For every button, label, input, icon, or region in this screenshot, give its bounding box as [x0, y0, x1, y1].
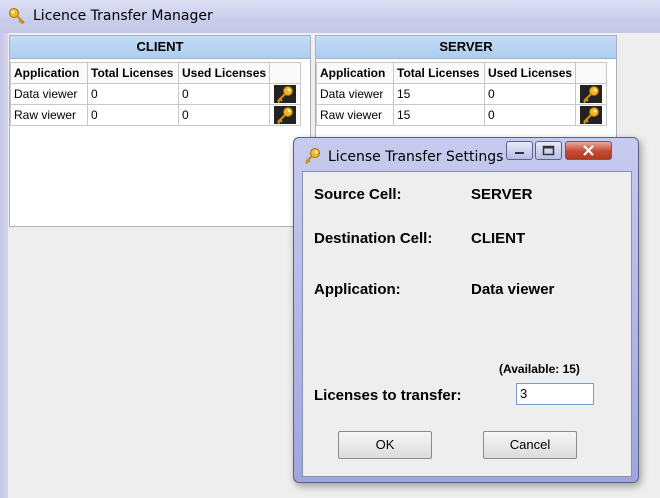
- cell-total: 0: [87, 104, 179, 126]
- key-icon: [274, 106, 297, 124]
- key-icon: [305, 148, 320, 165]
- close-button[interactable]: [565, 141, 612, 160]
- cell-used: 0: [483, 83, 577, 105]
- server-header: SERVER: [316, 36, 616, 59]
- license-transfer-dialog: License Transfer Settings Source Cell: S…: [293, 137, 639, 483]
- transfer-button[interactable]: [269, 83, 302, 105]
- window-border: [0, 33, 8, 498]
- table-row[interactable]: Raw viewer 15 0: [316, 104, 608, 126]
- cell-used: 0: [177, 83, 271, 105]
- column-header-used: Used Licenses: [483, 62, 577, 84]
- available-count: (Available: 15): [499, 362, 580, 376]
- cell-total: 15: [393, 104, 485, 126]
- cell-application: Data viewer: [10, 83, 88, 105]
- cell-application: Raw viewer: [10, 104, 88, 126]
- maximize-button[interactable]: [535, 141, 562, 160]
- window-title: Licence Transfer Manager: [33, 8, 213, 24]
- transfer-button[interactable]: [575, 83, 608, 105]
- minimize-icon: [515, 152, 524, 154]
- application-value: Data viewer: [471, 281, 555, 298]
- cell-used: 0: [177, 104, 271, 126]
- cell-total: 0: [87, 83, 179, 105]
- dialog-content: Source Cell: SERVER Destination Cell: CL…: [302, 171, 632, 477]
- maximize-icon: [542, 145, 555, 156]
- key-icon: [580, 106, 603, 124]
- column-header-used: Used Licenses: [177, 62, 271, 84]
- column-header-total: Total Licenses: [393, 62, 485, 84]
- client-table: Application Total Licenses Used Licenses…: [10, 62, 302, 126]
- key-icon: [274, 85, 297, 103]
- dialog-title: License Transfer Settings: [328, 149, 504, 165]
- main-title-bar[interactable]: Licence Transfer Manager: [0, 0, 660, 33]
- client-panel: CLIENT Application Total Licenses Used L…: [9, 35, 311, 227]
- column-header-action: [575, 62, 608, 84]
- column-header-action: [269, 62, 302, 84]
- destination-cell-value: CLIENT: [471, 230, 526, 247]
- licenses-to-transfer-input[interactable]: 3: [516, 383, 594, 405]
- cell-application: Raw viewer: [316, 104, 394, 126]
- table-header-row: Application Total Licenses Used Licenses: [316, 62, 608, 84]
- client-header: CLIENT: [10, 36, 310, 59]
- table-row[interactable]: Data viewer 15 0: [316, 83, 608, 105]
- cell-total: 15: [393, 83, 485, 105]
- table-row[interactable]: Data viewer 0 0: [10, 83, 302, 105]
- server-table: Application Total Licenses Used Licenses…: [316, 62, 608, 126]
- cancel-button[interactable]: Cancel: [483, 431, 577, 459]
- transfer-button[interactable]: [269, 104, 302, 126]
- cell-application: Data viewer: [316, 83, 394, 105]
- key-icon: [9, 8, 25, 25]
- table-header-row: Application Total Licenses Used Licenses: [10, 62, 302, 84]
- column-header-application: Application: [10, 62, 88, 84]
- table-row[interactable]: Raw viewer 0 0: [10, 104, 302, 126]
- source-cell-label: Source Cell:: [314, 186, 402, 203]
- application-label: Application:: [314, 281, 401, 298]
- column-header-total: Total Licenses: [87, 62, 179, 84]
- source-cell-value: SERVER: [471, 186, 533, 203]
- minimize-button[interactable]: [506, 141, 533, 160]
- close-icon: [583, 145, 594, 156]
- key-icon: [580, 85, 603, 103]
- ok-button[interactable]: OK: [338, 431, 432, 459]
- cell-used: 0: [483, 104, 577, 126]
- destination-cell-label: Destination Cell:: [314, 230, 433, 247]
- transfer-button[interactable]: [575, 104, 608, 126]
- column-header-application: Application: [316, 62, 394, 84]
- licenses-to-transfer-label: Licenses to transfer:: [314, 387, 462, 404]
